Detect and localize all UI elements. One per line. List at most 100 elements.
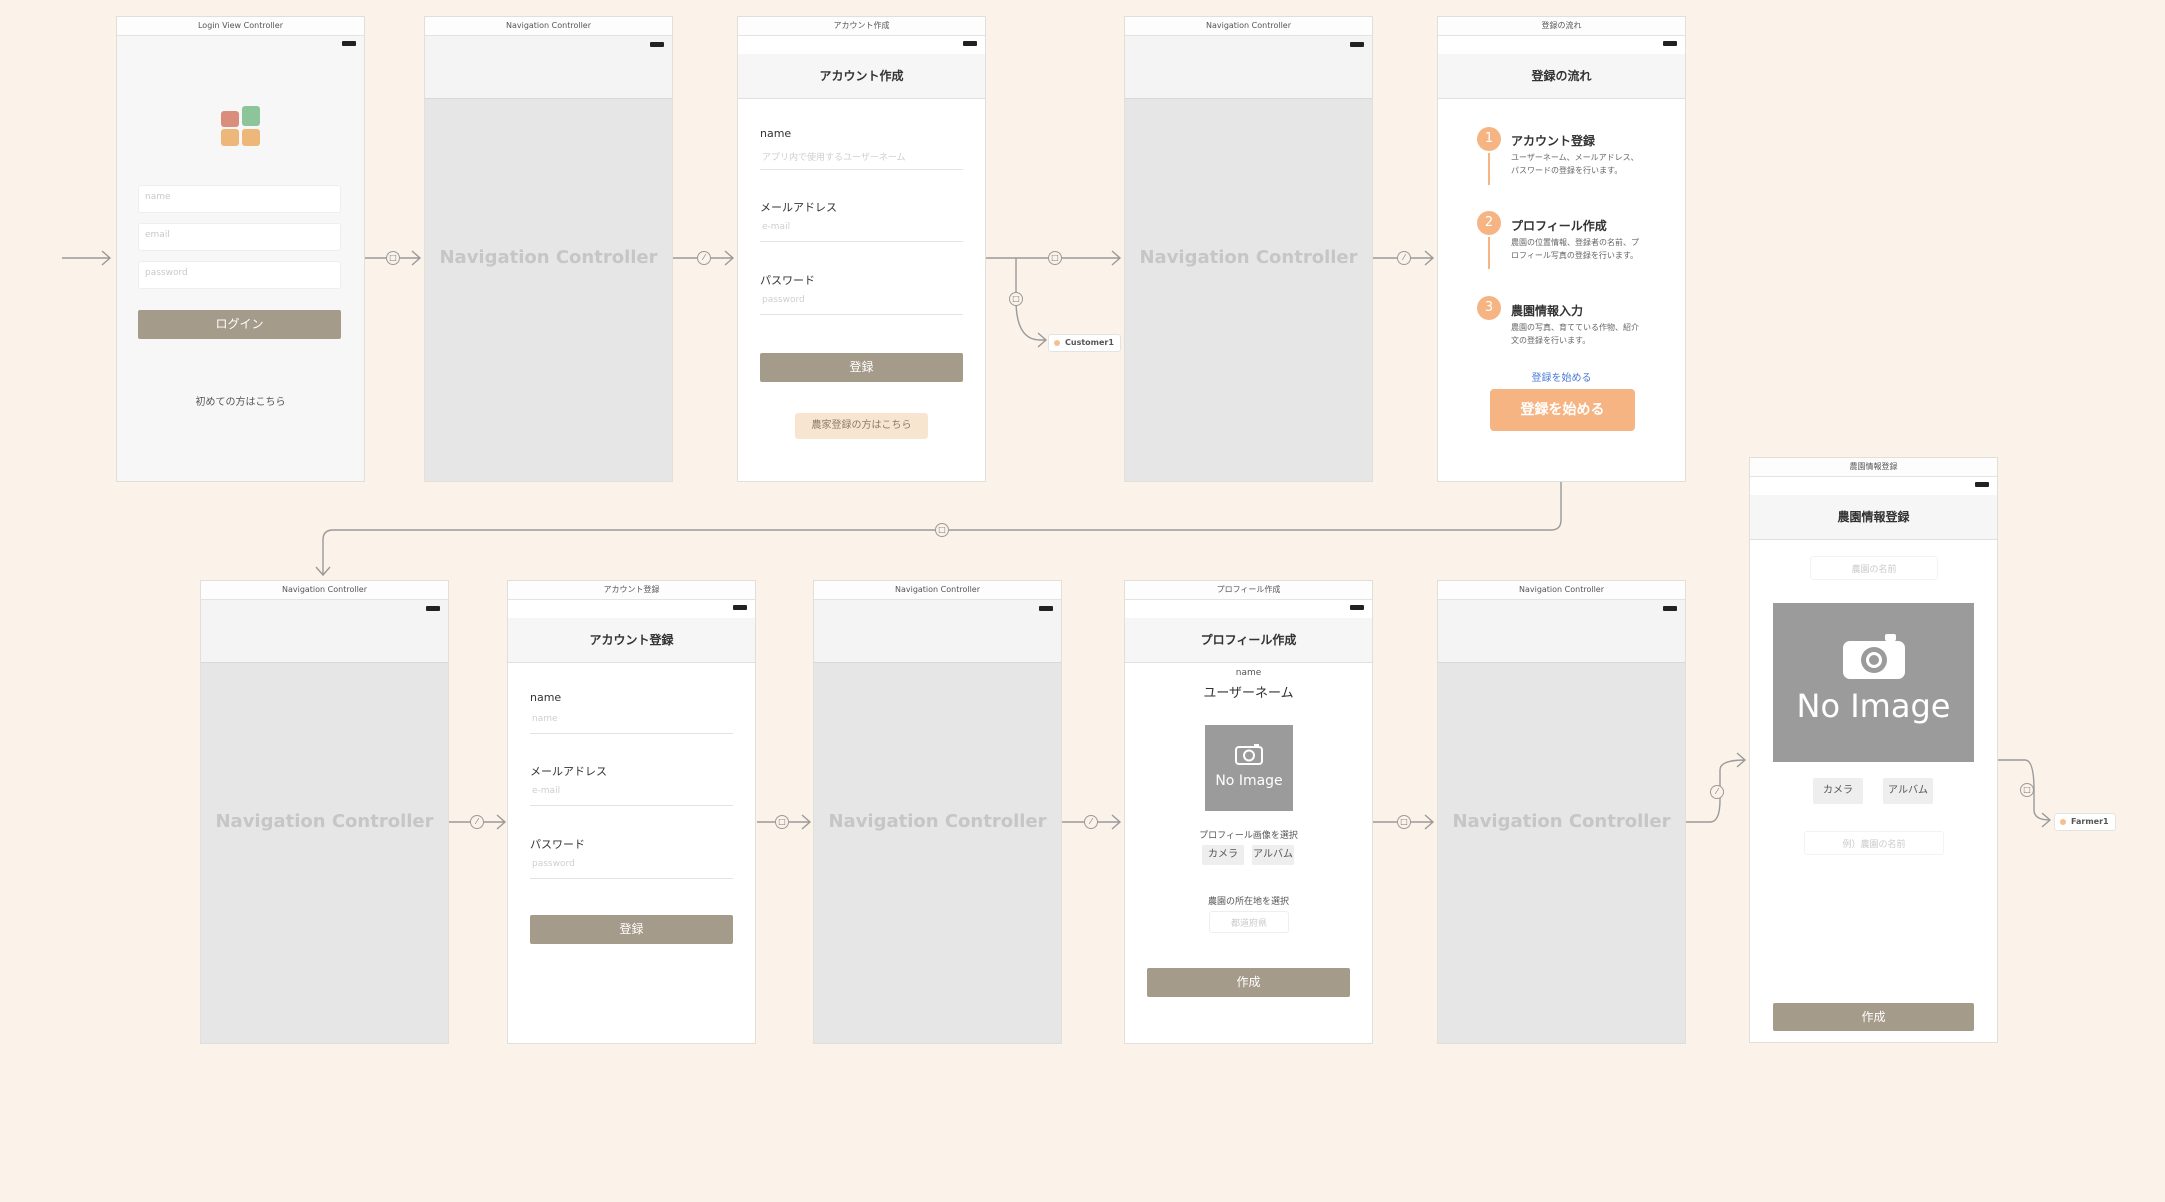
nav-controller-label: Navigation Controller [1139,247,1358,268]
battery-icon [1350,42,1364,47]
scene-navigation-controller[interactable]: Navigation Controller Navigation Control… [200,580,449,1044]
farmer-register-button[interactable]: 農家登録の方はこちら [795,413,928,439]
step-number: 2 [1477,211,1501,235]
camera-button[interactable]: カメラ [1202,845,1244,865]
storyboard-canvas: □ ⁄ □ □ ⁄ □ ⁄ □ ⁄ □ ⁄ □ Customer1 Farmer… [0,0,2165,1202]
scene-header: 農園情報登録 [1750,458,1997,477]
segue-icon[interactable]: ⁄ [697,251,711,265]
segue-icon[interactable]: ⁄ [470,815,484,829]
login-button[interactable]: ログイン [138,310,341,339]
segue-icon[interactable]: ⁄ [1397,251,1411,265]
profile-image-placeholder: No Image [1205,725,1293,811]
segue-icon[interactable]: □ [1397,815,1411,829]
password-input[interactable]: password [762,295,805,305]
email-field[interactable]: email [138,223,341,251]
nav-controller-label: Navigation Controller [828,811,1047,832]
nav-title: 農園情報登録 [1750,495,1997,540]
scene-header: プロフィール作成 [1125,581,1372,600]
app-logo-icon [221,106,260,146]
segue-icon[interactable]: □ [2020,783,2034,797]
segue-icon[interactable]: □ [1009,292,1023,306]
camera-icon [1843,634,1905,679]
battery-icon [963,41,977,46]
battery-icon [1663,606,1677,611]
scene-header: Navigation Controller [1125,17,1372,36]
reference-label: Farmer1 [2071,817,2109,826]
scene-profile-create[interactable]: プロフィール作成 プロフィール作成 name ユーザーネーム No Image … [1124,580,1373,1044]
step-connector [1488,237,1490,269]
scene-account-create[interactable]: アカウント作成 アカウント作成 name アプリ内で使用するユーザーネーム メー… [737,16,986,482]
step-title: アカウント登録 [1511,134,1596,148]
start-registration-button[interactable]: 登録を始める [1490,389,1635,431]
step-desc: 農園の位置情報、登録者の名前、プ [1511,238,1639,247]
step-connector [1488,153,1490,185]
scene-login[interactable]: Login View Controller name email passwor… [116,16,365,482]
step-desc: 文の登録を行います。 [1511,336,1591,345]
segue-icon[interactable]: □ [935,523,949,537]
location-label: 農園の所在地を選択 [1207,897,1289,907]
camera-button[interactable]: カメラ [1813,778,1863,804]
name-field[interactable]: name [138,185,341,213]
password-label: パスワード [530,838,585,851]
step-desc: パスワードの登録を行います。 [1511,166,1623,175]
battery-icon [1663,41,1677,46]
scene-registration-flow[interactable]: 登録の流れ 登録の流れ 1 アカウント登録 ユーザーネーム、メールアドレス、 パ… [1437,16,1686,482]
segue-icon[interactable]: □ [386,251,400,265]
register-button[interactable]: 登録 [760,353,963,382]
scene-navigation-controller[interactable]: Navigation Controller Navigation Control… [424,16,673,482]
camera-icon [1235,744,1263,765]
scene-header: Navigation Controller [425,17,672,36]
step-number: 3 [1477,296,1501,320]
create-button[interactable]: 作成 [1147,968,1350,997]
segue-icon[interactable]: □ [1048,251,1062,265]
nav-chrome [201,600,448,663]
segue-icon[interactable]: ⁄ [1084,815,1098,829]
segue-icon[interactable]: □ [775,815,789,829]
reference-dot-icon [1054,340,1060,346]
name-underline [760,169,963,170]
name-label: name [760,127,792,140]
email-input[interactable]: e-mail [762,222,790,232]
email-label: メールアドレス [760,201,837,214]
farm-name-field[interactable]: 農園の名前 [1810,556,1938,580]
create-button[interactable]: 作成 [1773,1003,1974,1031]
scene-navigation-controller[interactable]: Navigation Controller Navigation Control… [813,580,1062,1044]
scene-header: アカウント登録 [508,581,755,600]
email-underline [760,241,963,242]
register-button[interactable]: 登録 [530,915,733,944]
scene-navigation-controller[interactable]: Navigation Controller Navigation Control… [1437,580,1686,1044]
nav-title: アカウント作成 [738,54,985,99]
scene-navigation-controller[interactable]: Navigation Controller Navigation Control… [1124,16,1373,482]
storyboard-reference-farmer[interactable]: Farmer1 [2054,813,2116,831]
album-button[interactable]: アルバム [1883,778,1933,804]
start-link[interactable]: 登録を始める [1438,369,1685,384]
name-input[interactable]: アプリ内で使用するユーザーネーム [762,150,906,163]
step-number: 1 [1477,127,1501,151]
password-field[interactable]: password [138,261,341,289]
crop-field[interactable]: 例）農園の名前 [1804,831,1944,855]
first-time-link[interactable]: 初めての方はこちら [117,393,364,408]
password-underline [530,878,733,879]
step-title: プロフィール作成 [1511,219,1607,233]
email-input[interactable]: e-mail [532,786,560,796]
scene-account-register[interactable]: アカウント登録 アカウント登録 name name メールアドレス e-mail… [507,580,756,1044]
nav-title: 登録の流れ [1438,54,1685,99]
name-input[interactable]: name [532,714,558,724]
user-name-label: ユーザーネーム [1203,686,1294,701]
segue-icon[interactable]: ⁄ [1710,785,1724,799]
battery-icon [650,42,664,47]
password-input[interactable]: password [532,859,575,869]
reference-dot-icon [2060,819,2066,825]
battery-icon [1039,606,1053,611]
email-underline [530,805,733,806]
name-label: name [530,691,562,704]
album-button[interactable]: アルバム [1252,845,1294,865]
status-bar [738,36,985,54]
location-field[interactable]: 都道府県 [1209,911,1289,933]
scene-farm-info-register[interactable]: 農園情報登録 農園情報登録 農園の名前 No Image カメラ アルバム 例）… [1749,457,1998,1043]
reference-label: Customer1 [1065,338,1114,347]
nav-chrome [814,600,1061,663]
storyboard-reference-customer[interactable]: Customer1 [1048,334,1121,352]
battery-icon [733,605,747,610]
scene-header: Login View Controller [117,17,364,36]
